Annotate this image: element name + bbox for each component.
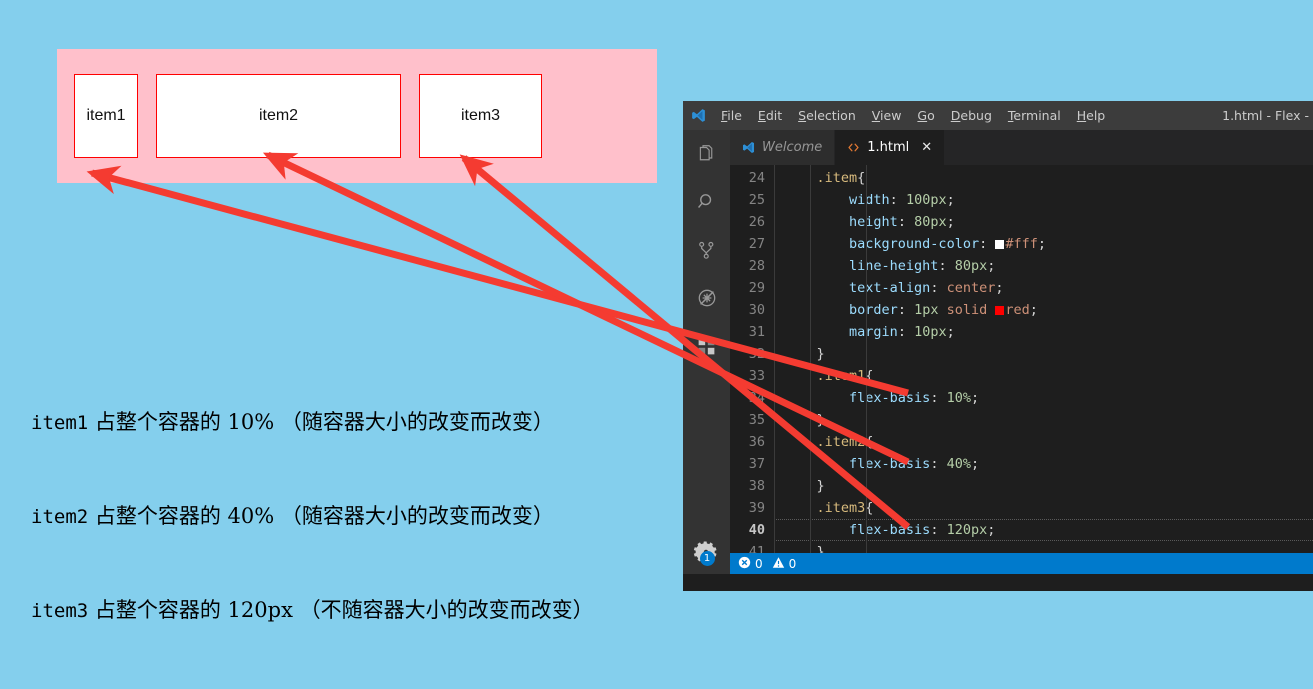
color-swatch-white <box>995 240 1005 249</box>
code-line-flex-basis-10: flex-basis: 10%; <box>849 390 980 406</box>
line-number: 37 <box>748 456 765 472</box>
code-line: } <box>784 346 825 362</box>
flex-container: item1 item2 item3 <box>57 49 657 183</box>
line-number: 36 <box>748 434 765 450</box>
code-line: border: 1px solid red; <box>849 302 1038 318</box>
menu-view[interactable]: View <box>864 101 910 130</box>
menu-terminal[interactable]: Terminal <box>1000 101 1069 130</box>
legend-line-item3-name: item3 <box>31 600 89 622</box>
menu-go[interactable]: Go <box>909 101 942 130</box>
html-file-icon <box>847 141 860 154</box>
titlebar: File Edit Selection View Go Debug Termin… <box>683 101 1313 130</box>
vscode-window: File Edit Selection View Go Debug Termin… <box>683 101 1313 591</box>
code-line: } <box>784 412 825 428</box>
code-line: .item3{ <box>816 500 874 516</box>
legend-line-item2-desc: 占整个容器的 40% （随容器大小的改变而改变） <box>88 504 554 528</box>
line-number-gutter: 24 25 26 27 28 29 30 31 32 33 34 35 36 3… <box>730 165 774 553</box>
close-icon[interactable]: ✕ <box>921 140 932 155</box>
menu-edit[interactable]: Edit <box>750 101 790 130</box>
line-number: 39 <box>748 500 765 516</box>
line-number: 34 <box>748 390 765 406</box>
line-number: 41 <box>748 544 765 553</box>
line-number: 27 <box>748 236 765 252</box>
indent-guide <box>866 165 867 553</box>
line-number: 28 <box>748 258 765 274</box>
code-line-flex-basis-120px: flex-basis: 120px; <box>774 519 1313 541</box>
legend-line-item2: item2 占整个容器的 40% （随容器大小的改变而改变） <box>31 501 594 533</box>
browser-preview-pane: item1 item2 item3 item1 占整个容器的 10% （随容器大… <box>0 0 683 622</box>
code-lines[interactable]: .item{ width: 100px; height: 80px; backg… <box>774 165 1313 553</box>
menu-help[interactable]: Help <box>1069 101 1114 130</box>
run-debug-icon[interactable] <box>683 274 730 322</box>
line-number-active: 40 <box>748 522 765 538</box>
line-number: 31 <box>748 324 765 340</box>
legend-line-item3: item3 占整个容器的 120px （不随容器大小的改变而改变） <box>31 595 594 627</box>
vscode-logo-icon <box>683 108 713 123</box>
files-explorer-icon[interactable] <box>683 130 730 178</box>
manage-badge-count: 1 <box>699 551 715 566</box>
warning-count: 0 <box>788 556 797 571</box>
legend-line-item3-desc: 占整个容器的 120px （不随容器大小的改变而改变） <box>88 598 594 622</box>
flex-item-item2: item2 <box>156 74 401 158</box>
line-number: 24 <box>748 170 765 186</box>
status-bar: 0 0 <box>730 553 1313 574</box>
line-number: 29 <box>748 280 765 296</box>
status-problems[interactable]: 0 0 <box>738 556 796 572</box>
tab-welcome-label: Welcome <box>762 140 823 155</box>
line-number: 25 <box>748 192 765 208</box>
warning-icon <box>772 556 785 572</box>
legend-line-item2-name: item2 <box>31 506 89 528</box>
manage-settings-button[interactable]: 1 <box>683 538 730 568</box>
tab-welcome[interactable]: Welcome <box>730 130 836 165</box>
code-line: } <box>784 544 825 553</box>
search-icon[interactable] <box>683 178 730 226</box>
flex-item-item1: item1 <box>74 74 138 158</box>
line-number: 35 <box>748 412 765 428</box>
menu-selection[interactable]: Selection <box>790 101 864 130</box>
menu-debug[interactable]: Debug <box>943 101 1000 130</box>
line-number: 32 <box>748 346 765 362</box>
indent-guide <box>810 165 811 553</box>
code-line: height: 80px; <box>849 214 955 230</box>
code-line: text-align: center; <box>849 280 1004 296</box>
tab-1html-label: 1.html <box>867 140 910 155</box>
tab-strip: Welcome 1.html ✕ <box>730 130 1313 165</box>
line-number: 38 <box>748 478 765 494</box>
code-line: } <box>784 478 825 494</box>
source-control-icon[interactable] <box>683 226 730 274</box>
line-number: 33 <box>748 368 765 384</box>
line-number: 26 <box>748 214 765 230</box>
legend-line-item1-desc: 占整个容器的 10% （随容器大小的改变而改变） <box>88 410 554 434</box>
legend-line-item1: item1 占整个容器的 10% （随容器大小的改变而改变） <box>31 407 594 439</box>
code-line: .item{ <box>816 170 866 186</box>
code-line: background-color: #fff; <box>849 236 1046 252</box>
code-line: width: 100px; <box>849 192 955 208</box>
menu-file[interactable]: File <box>713 101 750 130</box>
window-title: 1.html - Flex - <box>1222 108 1309 123</box>
vscode-body: 1 Welcome 1.html ✕ 24 25 26 27 28 29 30 … <box>683 130 1313 574</box>
code-editor[interactable]: 24 25 26 27 28 29 30 31 32 33 34 35 36 3… <box>730 165 1313 553</box>
code-line: .item1{ <box>816 368 874 384</box>
code-line: line-height: 80px; <box>849 258 996 274</box>
activity-bar: 1 <box>683 130 730 574</box>
error-icon <box>738 556 751 572</box>
code-line: .item2{ <box>816 434 874 450</box>
editor-column: Welcome 1.html ✕ 24 25 26 27 28 29 30 31… <box>730 130 1313 574</box>
indent-guide <box>774 165 775 553</box>
color-swatch-red <box>995 306 1005 315</box>
code-line: margin: 10px; <box>849 324 955 340</box>
legend-text-block: item1 占整个容器的 10% （随容器大小的改变而改变） item2 占整个… <box>31 345 594 689</box>
line-number: 30 <box>748 302 765 318</box>
vscode-logo-icon <box>742 141 755 154</box>
tab-1html[interactable]: 1.html ✕ <box>835 130 946 165</box>
flex-item-item3: item3 <box>419 74 542 158</box>
code-line-flex-basis-40: flex-basis: 40%; <box>849 456 980 472</box>
error-count: 0 <box>755 556 763 571</box>
extensions-icon[interactable] <box>683 322 730 370</box>
legend-line-item1-name: item1 <box>31 412 89 434</box>
